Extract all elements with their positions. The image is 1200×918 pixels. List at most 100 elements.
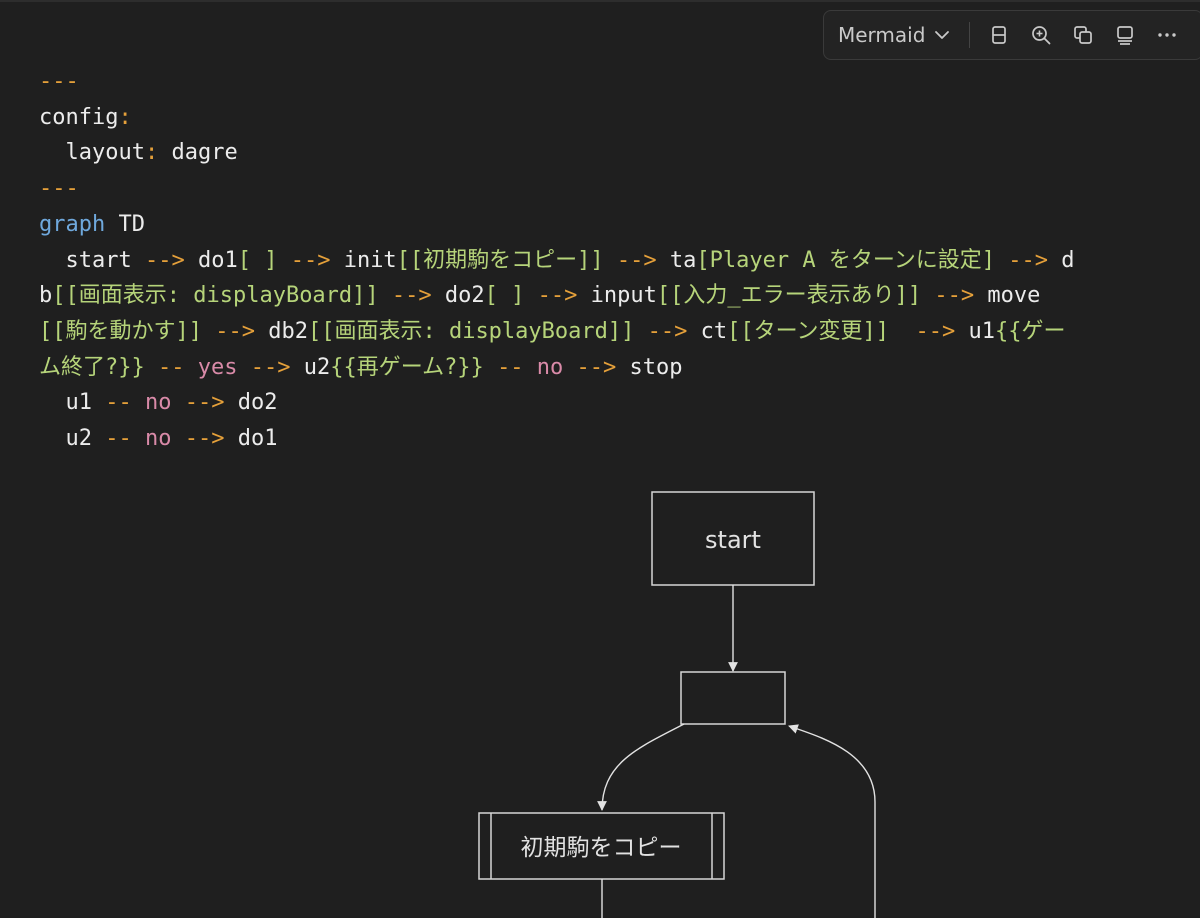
node-start-label: start <box>705 526 761 554</box>
code-token: config <box>39 104 119 130</box>
code-token: : <box>144 140 159 166</box>
code-token: --> <box>391 283 432 309</box>
node-init: 初期駒をコピー <box>478 812 725 880</box>
code-token: [[ターン変更]] <box>727 318 890 344</box>
code-token: [[画面表示: displayBoard]] <box>52 283 379 309</box>
code-token: init <box>330 247 397 273</box>
code-token: dagre <box>158 140 238 166</box>
code-token: -- <box>105 426 132 452</box>
code-token: graph <box>39 211 106 237</box>
code-token: --> <box>576 354 617 380</box>
code-block-frame: Mermaid --- config: layout: dagre --- gr… <box>0 0 1200 918</box>
code-token: --> <box>144 247 185 273</box>
code-token: [ ] <box>237 247 278 273</box>
code-token: --> <box>616 247 657 273</box>
language-select[interactable]: Mermaid <box>824 11 965 59</box>
language-label: Mermaid <box>838 23 926 47</box>
code-line: graph TD <box>39 207 1169 243</box>
code-token: --> <box>915 318 956 344</box>
edge-u2-do1 <box>788 724 876 918</box>
toolbar-divider <box>969 22 971 48</box>
code-token: [ ] <box>484 283 525 309</box>
node-init-label: 初期駒をコピー <box>521 835 682 861</box>
code-token: no <box>523 354 577 380</box>
code-line: ム終了?}} -- yes --> u2{{再ゲーム?}} -- no --> … <box>39 350 1169 386</box>
code-token: --- <box>39 176 79 202</box>
code-token: no <box>131 390 185 416</box>
zoom-in-icon <box>1032 26 1051 45</box>
code-token: db2 <box>254 318 308 344</box>
code-token: [[画面表示: displayBoard]] <box>307 318 635 344</box>
code-token: -- <box>105 390 132 416</box>
code-token: --> <box>250 354 291 380</box>
code-line: start --> do1[ ] --> init[[初期駒をコピー]] -->… <box>39 243 1169 279</box>
code-token: do1 <box>184 247 238 273</box>
copy-button[interactable] <box>1062 11 1104 59</box>
node-start: start <box>651 491 815 586</box>
code-token: ta <box>656 247 697 273</box>
code-token: [[入力_エラー表示あり]] <box>656 283 922 309</box>
code-line: u2 -- no --> do1 <box>39 421 1169 457</box>
code-token: b <box>39 283 53 309</box>
mermaid-source-code[interactable]: --- config: layout: dagre --- graph TD star… <box>39 64 1169 457</box>
more-button[interactable] <box>1146 11 1188 59</box>
code-token: u2 <box>39 426 106 452</box>
node-do1 <box>680 671 786 725</box>
code-line: [[駒を動かす]] --> db2[[画面表示: displayBoard]] … <box>39 314 1169 350</box>
split-view-button[interactable] <box>978 11 1020 59</box>
code-token: ム終了?}} <box>39 354 145 380</box>
code-token: move <box>974 283 1041 309</box>
code-token: input <box>577 283 657 309</box>
code-token: do2 <box>224 390 278 416</box>
code-line: --- <box>39 64 1169 100</box>
code-line: u1 -- no --> do2 <box>39 385 1169 421</box>
copy-icon <box>1074 26 1093 44</box>
code-token: u1 <box>955 318 996 344</box>
code-token: [[駒を動かす]] <box>39 318 202 344</box>
code-token: d <box>1048 247 1075 273</box>
code-line: layout: dagre <box>39 135 1169 171</box>
code-token: ct <box>687 318 728 344</box>
code-token: --> <box>934 283 975 309</box>
code-token: TD <box>105 211 145 237</box>
code-line: b[[画面表示: displayBoard]] --> do2[ ] --> i… <box>39 278 1169 314</box>
code-token: {{ゲー <box>995 318 1066 344</box>
code-token: --> <box>184 426 225 452</box>
edge-do1-init <box>597 723 685 811</box>
code-token: --> <box>647 318 688 344</box>
code-token: stop <box>616 354 683 380</box>
code-token: start <box>39 247 145 273</box>
code-token: --> <box>184 390 225 416</box>
code-token: : <box>118 104 132 130</box>
mermaid-diagram: start 初期駒をコピー <box>478 491 876 918</box>
code-token: [[初期駒をコピー]] <box>396 247 604 273</box>
code-token: layout <box>39 140 145 166</box>
code-token: -- <box>158 354 185 380</box>
preview-button[interactable] <box>1104 11 1146 59</box>
more-icon <box>1158 33 1177 37</box>
preview-icon <box>1117 26 1134 45</box>
code-token: u1 <box>39 390 106 416</box>
code-line: config: <box>39 100 1169 136</box>
code-token: yes <box>184 354 251 380</box>
code-token: -- <box>497 354 524 380</box>
code-token: do2 <box>431 283 485 309</box>
code-token: --> <box>290 247 331 273</box>
code-token: --> <box>537 283 578 309</box>
code-token: do1 <box>224 426 278 452</box>
code-token: --> <box>1008 247 1049 273</box>
code-token: {{再ゲーム?}} <box>330 354 484 380</box>
zoom-in-button[interactable] <box>1020 11 1062 59</box>
code-token: --> <box>215 318 255 344</box>
